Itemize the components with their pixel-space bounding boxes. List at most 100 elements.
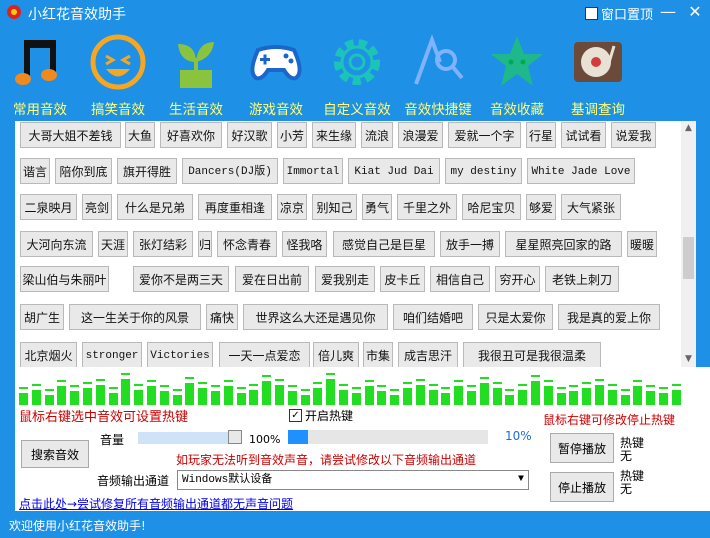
sound-button[interactable]: my destiny bbox=[445, 158, 522, 184]
sound-button[interactable]: 亮剑 bbox=[82, 194, 112, 220]
sound-button[interactable]: 流浪 bbox=[361, 122, 393, 148]
sound-button[interactable]: 说爱我 bbox=[611, 122, 656, 148]
sound-button[interactable]: 市集 bbox=[363, 342, 393, 367]
sound-button[interactable]: 归 bbox=[198, 231, 212, 257]
sound-button[interactable]: 来生缘 bbox=[312, 122, 356, 148]
sound-button[interactable]: 谐言 bbox=[20, 158, 50, 184]
sound-button[interactable]: 咱们结婚吧 bbox=[393, 304, 473, 330]
equalizer-bar bbox=[339, 390, 348, 405]
equalizer-bar bbox=[147, 386, 156, 405]
sound-button[interactable]: 这一生关于你的风景 bbox=[69, 304, 201, 330]
volume-slider-thumb[interactable] bbox=[228, 430, 242, 444]
sound-button[interactable]: 大鱼 bbox=[125, 122, 155, 148]
sound-button[interactable]: 千里之外 bbox=[397, 194, 457, 220]
equalizer-bar bbox=[415, 385, 425, 405]
sound-button[interactable]: 北京烟火 bbox=[20, 342, 77, 367]
sound-button[interactable]: 成吉思汗 bbox=[398, 342, 458, 367]
nav-favorites[interactable]: 音效收藏 bbox=[477, 28, 557, 120]
scroll-thumb[interactable] bbox=[683, 237, 694, 279]
sound-button[interactable]: 世界这么大还是遇见你 bbox=[243, 304, 388, 330]
sound-button[interactable]: 凉京 bbox=[277, 194, 307, 220]
sound-button[interactable]: 小芳 bbox=[277, 122, 307, 148]
sound-button[interactable]: 爱我别走 bbox=[315, 266, 375, 292]
sound-button[interactable]: 陪你到底 bbox=[55, 158, 112, 184]
sound-button[interactable]: Victories bbox=[147, 342, 213, 367]
sound-button[interactable]: 别知己 bbox=[312, 194, 357, 220]
chevron-down-icon[interactable]: ▼ bbox=[518, 471, 524, 489]
sound-button[interactable]: 勇气 bbox=[362, 194, 392, 220]
stop-button[interactable]: 停止播放 bbox=[550, 472, 614, 502]
sound-button[interactable]: 哈尼宝贝 bbox=[462, 194, 521, 220]
check-icon[interactable]: ✓ bbox=[289, 409, 302, 422]
search-sound-button[interactable]: 搜索音效 bbox=[21, 440, 89, 468]
sound-button[interactable]: 暖暖 bbox=[627, 231, 657, 257]
sound-button[interactable]: 相信自己 bbox=[430, 266, 490, 292]
sound-button[interactable]: Dancers(DJ版) bbox=[182, 158, 278, 184]
search-icon bbox=[414, 34, 464, 85]
nav-custom[interactable]: 自定义音效 bbox=[317, 28, 397, 120]
topmost-checkbox[interactable]: 窗口置顶 bbox=[585, 4, 653, 23]
enable-hotkey-checkbox[interactable]: ✓ 开启热键 bbox=[289, 407, 353, 424]
equalizer-peak bbox=[159, 385, 169, 387]
nav-funny[interactable]: 搞笑音效 bbox=[78, 28, 158, 120]
topmost-checkbox-box[interactable] bbox=[585, 7, 598, 20]
sound-button[interactable]: 行星 bbox=[526, 122, 556, 148]
nav-common[interactable]: 常用音效 bbox=[0, 28, 80, 120]
volume-slider[interactable] bbox=[138, 432, 242, 444]
sound-button[interactable]: 好喜欢你 bbox=[160, 122, 222, 148]
flower-logo-icon bbox=[7, 5, 21, 19]
sound-button[interactable]: 胡广生 bbox=[20, 304, 64, 330]
sound-button[interactable]: 我是真的爱上你 bbox=[558, 304, 660, 330]
sound-button[interactable]: 皮卡丘 bbox=[380, 266, 425, 292]
nav-life[interactable]: 生活音效 bbox=[156, 28, 236, 120]
sound-button[interactable]: 穷开心 bbox=[495, 266, 540, 292]
sound-button[interactable]: 怀念青春 bbox=[217, 231, 277, 257]
fix-audio-link[interactable]: 点击此处→尝试修复所有音频输出通道都无声音问题 bbox=[19, 495, 293, 512]
pause-button[interactable]: 暂停播放 bbox=[550, 433, 614, 463]
sound-button[interactable]: 什么是兄弟 bbox=[117, 194, 193, 220]
playback-progress[interactable] bbox=[288, 430, 488, 444]
sound-button[interactable]: 浪漫爱 bbox=[398, 122, 443, 148]
nav-key-query[interactable]: 基调查询 bbox=[558, 28, 638, 120]
sound-button[interactable]: 大气紧张 bbox=[561, 194, 621, 220]
sound-button[interactable]: 好汉歌 bbox=[227, 122, 272, 148]
sound-button[interactable]: 张灯结彩 bbox=[133, 231, 193, 257]
sound-button[interactable]: 爱在日出前 bbox=[235, 266, 309, 292]
sound-button[interactable]: 星星照亮回家的路 bbox=[505, 231, 622, 257]
nav-hotkey[interactable]: 音效快捷键 bbox=[398, 28, 478, 120]
sound-button[interactable]: 怪我咯 bbox=[282, 231, 327, 257]
sound-button[interactable]: 天涯 bbox=[98, 231, 128, 257]
scroll-down-arrow-icon[interactable]: ▼ bbox=[681, 352, 696, 367]
sound-button[interactable]: 爱就一个字 bbox=[448, 122, 521, 148]
equalizer-bar bbox=[211, 391, 220, 405]
sound-button[interactable]: 倍儿爽 bbox=[313, 342, 359, 367]
nav-game[interactable]: 游戏音效 bbox=[236, 28, 316, 120]
sound-button[interactable]: Kiat Jud Dai bbox=[348, 158, 440, 184]
sound-button[interactable]: 再度重相逢 bbox=[198, 194, 272, 220]
sound-panel-scrollbar[interactable]: ▲ ▼ bbox=[681, 121, 696, 367]
sound-button[interactable]: 我很丑可是我很温柔 bbox=[463, 342, 601, 367]
sound-button[interactable]: 梁山伯与朱丽叶 bbox=[20, 266, 109, 292]
sound-button[interactable]: Immortal bbox=[283, 158, 343, 184]
minimize-button[interactable]: — bbox=[659, 3, 677, 21]
nav-label: 游戏音效 bbox=[249, 102, 303, 118]
sound-button[interactable]: 一天一点爱恋 bbox=[219, 342, 310, 367]
sound-button[interactable]: 只是太爱你 bbox=[478, 304, 553, 330]
scroll-up-arrow-icon[interactable]: ▲ bbox=[681, 121, 696, 136]
sound-button[interactable]: stronger bbox=[82, 342, 142, 367]
sound-button[interactable]: 感觉自己是巨星 bbox=[333, 231, 435, 257]
equalizer-bar bbox=[364, 386, 374, 405]
sound-button[interactable]: 痛快 bbox=[206, 304, 238, 330]
sound-button[interactable]: White Jade Love bbox=[527, 158, 635, 184]
sound-button[interactable]: 试试看 bbox=[561, 122, 606, 148]
sound-button[interactable]: 大河向东流 bbox=[20, 231, 93, 257]
close-button[interactable]: ✕ bbox=[686, 3, 704, 21]
sound-button[interactable]: 够爱 bbox=[526, 194, 556, 220]
sound-button[interactable]: 旗开得胜 bbox=[117, 158, 177, 184]
sound-button[interactable]: 爱你不是两三天 bbox=[133, 266, 229, 292]
sound-button[interactable]: 二泉映月 bbox=[20, 194, 77, 220]
sound-button[interactable]: 大哥大姐不差钱 bbox=[20, 122, 121, 148]
sound-button[interactable]: 老铁上刺刀 bbox=[545, 266, 619, 292]
sound-button[interactable]: 放手一搏 bbox=[440, 231, 500, 257]
audio-output-select[interactable]: Windows默认设备 ▼ bbox=[177, 470, 529, 490]
